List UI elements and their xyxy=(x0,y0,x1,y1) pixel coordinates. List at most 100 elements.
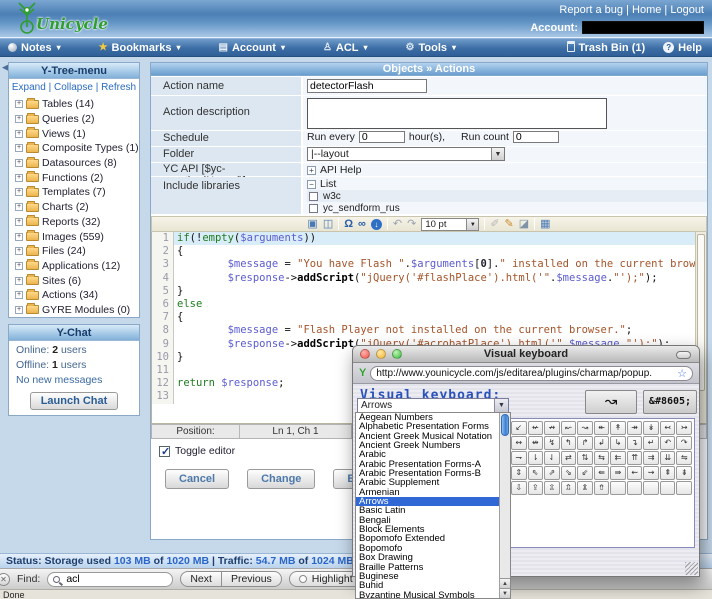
char-button-empty[interactable] xyxy=(643,481,659,495)
toggle-editor-checkbox[interactable] xyxy=(159,446,170,457)
char-button[interactable]: ⇫ xyxy=(544,481,560,495)
code-line[interactable]: 5} xyxy=(152,285,706,298)
char-button-empty[interactable] xyxy=(627,481,643,495)
library-checkbox[interactable] xyxy=(309,204,318,213)
expand-plus-icon[interactable]: + xyxy=(15,174,23,182)
find-previous-button[interactable]: Previous xyxy=(222,571,282,587)
char-button[interactable]: ⇄ xyxy=(561,451,577,465)
code-line[interactable]: 3 $message = "You have Flash ".$argument… xyxy=(152,258,706,271)
char-button[interactable]: ↯ xyxy=(544,436,560,450)
image-icon[interactable]: ◫ xyxy=(323,219,333,230)
expand-plus-icon[interactable]: + xyxy=(15,203,23,211)
tree-item-queries-2-[interactable]: +Queries (2) xyxy=(9,112,139,127)
find-input[interactable] xyxy=(64,572,154,586)
tree-item-reports-32-[interactable]: +Reports (32) xyxy=(9,215,139,230)
home-link[interactable]: Home xyxy=(632,4,661,16)
expand-plus-icon[interactable]: + xyxy=(15,100,23,108)
expand-plus-icon[interactable]: + xyxy=(15,306,23,314)
expand-plus-icon[interactable]: + xyxy=(15,233,23,241)
char-button[interactable]: ⇅ xyxy=(577,451,593,465)
popup-title-bar[interactable]: Visual keyboard xyxy=(353,346,699,363)
char-button[interactable]: ↰ xyxy=(561,436,577,450)
tree-item-files-24-[interactable]: +Files (24) xyxy=(9,244,139,259)
char-preview-button[interactable]: ↝ xyxy=(585,390,637,414)
eraser-icon[interactable]: ◪ xyxy=(519,219,529,230)
char-button[interactable]: ⇇ xyxy=(610,451,626,465)
char-button[interactable]: ⇊ xyxy=(660,451,676,465)
expand-plus-icon[interactable]: + xyxy=(15,247,23,255)
char-button[interactable]: ⇙ xyxy=(577,466,593,480)
goto-line-icon[interactable]: ↓ xyxy=(371,219,382,230)
char-button[interactable]: ↢ xyxy=(660,421,676,435)
char-button[interactable]: ⇋ xyxy=(676,451,692,465)
run-every-input[interactable] xyxy=(359,131,405,143)
char-button[interactable]: ↡ xyxy=(643,421,659,435)
char-button[interactable]: ↵ xyxy=(643,436,659,450)
charset-option[interactable]: Byzantine Musical Symbols xyxy=(356,591,499,598)
expand-plus-icon[interactable]: + xyxy=(15,277,23,285)
char-button[interactable]: ↛ xyxy=(544,421,560,435)
char-button[interactable]: ⇁ xyxy=(511,451,527,465)
run-count-input[interactable] xyxy=(513,131,559,143)
find-next-button[interactable]: Next xyxy=(180,571,222,587)
redo-icon[interactable]: ↷ xyxy=(407,219,416,230)
logout-link[interactable]: Logout xyxy=(670,4,704,16)
brush-icon[interactable]: ✎ xyxy=(505,219,514,230)
tree-item-datasources-8-[interactable]: +Datasources (8) xyxy=(9,156,139,171)
code-line[interactable]: 8 $message = "Flash Player not installed… xyxy=(152,324,706,337)
resize-grip-icon[interactable] xyxy=(685,562,698,575)
expand-plus-icon[interactable]: + xyxy=(15,115,23,123)
expand-plus-icon[interactable]: + xyxy=(15,159,23,167)
expand-plus-icon[interactable]: + xyxy=(15,130,23,138)
char-button[interactable]: ↝ xyxy=(577,421,593,435)
char-button[interactable]: ↮ xyxy=(528,436,544,450)
action-description-textarea[interactable] xyxy=(307,98,607,129)
char-button[interactable]: ⇃ xyxy=(544,451,560,465)
tree-item-images-559-[interactable]: +Images (559) xyxy=(9,229,139,244)
expand-plus-icon[interactable]: + xyxy=(15,144,23,152)
tree-item-actions-34-[interactable]: +Actions (34) xyxy=(9,288,139,303)
change-button[interactable]: Change xyxy=(247,469,315,489)
code-line[interactable]: 1if(!empty($arguments)) xyxy=(152,232,706,245)
library-list-expander[interactable]: − List xyxy=(307,178,707,190)
cancel-button[interactable]: Cancel xyxy=(165,469,229,489)
expand-plus-icon[interactable]: + xyxy=(15,188,23,196)
refresh-link[interactable]: Refresh xyxy=(101,82,136,93)
char-button-empty[interactable] xyxy=(676,481,692,495)
char-button[interactable]: ⇗ xyxy=(544,466,560,480)
tree-item-applications-12-[interactable]: +Applications (12) xyxy=(9,259,139,274)
charset-select[interactable]: Arrows ▼ xyxy=(357,398,509,413)
char-button[interactable]: ⇘ xyxy=(561,466,577,480)
tree-item-gyre-modules-0-[interactable]: +GYRE Modules (0) xyxy=(9,303,139,318)
code-line[interactable]: 2{ xyxy=(152,245,706,258)
font-size-select[interactable]: 10 pt▼ xyxy=(421,218,479,231)
bookmark-star-icon[interactable]: ☆ xyxy=(677,367,687,380)
report-a-bug-link[interactable]: Report a bug xyxy=(559,4,623,16)
char-button[interactable]: ⇂ xyxy=(528,451,544,465)
expand-plus-icon[interactable]: + xyxy=(15,262,23,270)
char-button[interactable]: ↱ xyxy=(577,436,593,450)
table-icon[interactable]: ▦ xyxy=(540,219,550,230)
char-button[interactable]: ⇭ xyxy=(577,481,593,495)
list-scrollbar-thumb[interactable] xyxy=(501,414,509,436)
find-field[interactable] xyxy=(47,572,173,587)
close-find-bar-icon[interactable]: ✕ xyxy=(0,573,10,586)
library-checkbox[interactable] xyxy=(309,192,318,201)
omega-icon[interactable]: Ω xyxy=(344,219,353,230)
menu-item-help[interactable]: ?Help xyxy=(663,42,702,54)
char-button[interactable]: ⇆ xyxy=(594,451,610,465)
char-button[interactable]: ⇮ xyxy=(594,481,610,495)
action-name-input[interactable] xyxy=(307,79,427,93)
char-button[interactable]: ⇬ xyxy=(561,481,577,495)
char-button[interactable]: ⇝ xyxy=(643,466,659,480)
toolbar-toggle-lozenge-icon[interactable] xyxy=(676,351,691,359)
menu-item-bookmarks[interactable]: ★Bookmarks▾ xyxy=(99,42,181,54)
char-button-empty[interactable] xyxy=(660,481,676,495)
tree-item-views-1-[interactable]: +Views (1) xyxy=(9,126,139,141)
char-button[interactable]: ↭ xyxy=(511,436,527,450)
list-scrollbar[interactable]: ▲ ▼ xyxy=(499,413,510,598)
char-button[interactable]: ⇞ xyxy=(660,466,676,480)
menu-item-trash-bin-1-[interactable]: Trash Bin (1) xyxy=(567,42,646,54)
menu-item-acl[interactable]: ♙ACL▾ xyxy=(323,42,368,54)
char-button[interactable]: ↠ xyxy=(627,421,643,435)
